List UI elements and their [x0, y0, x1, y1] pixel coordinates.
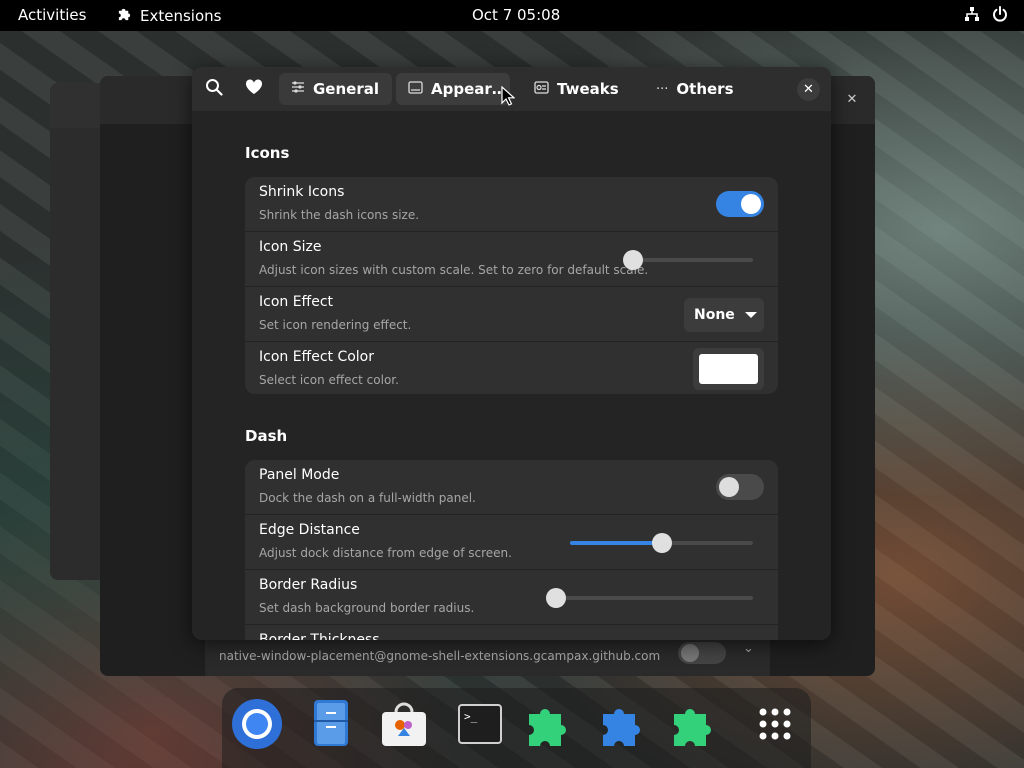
setting-subtitle: Set dash background border radius. — [259, 601, 475, 615]
section-title-icons: Icons — [245, 144, 290, 162]
setting-row-icon-effect-color[interactable]: Icon Effect Color Select icon effect col… — [245, 341, 778, 394]
top-bar: Activities Extensions Oct 7 05:08 — [0, 0, 1024, 31]
setting-title: Panel Mode — [259, 467, 340, 483]
edge-distance-slider[interactable] — [570, 533, 753, 553]
setting-title: Border Thickness — [259, 632, 380, 640]
favorite-button[interactable] — [240, 73, 268, 105]
extension-id: native-window-placement@gnome-shell-exte… — [219, 649, 661, 663]
more-icon: ··· — [656, 81, 669, 97]
extension-toggle[interactable] — [678, 642, 726, 664]
close-button[interactable]: ✕ — [797, 78, 820, 101]
setting-row-edge-distance[interactable]: Edge Distance Adjust dock distance from … — [245, 514, 778, 568]
system-tray[interactable] — [964, 6, 1008, 26]
border-radius-slider[interactable] — [546, 588, 753, 608]
icon-effect-dropdown[interactable]: None — [684, 298, 764, 332]
setting-row-panel-mode[interactable]: Panel Mode Dock the dash on a full-width… — [245, 460, 778, 514]
chevron-down-icon[interactable]: ⌄ — [743, 641, 754, 656]
slider-knob[interactable] — [651, 533, 672, 553]
search-button[interactable] — [200, 73, 228, 105]
activities-button[interactable]: Activities — [18, 6, 86, 24]
setting-row-shrink-icons[interactable]: Shrink Icons Shrink the dash icons size. — [245, 177, 778, 231]
section-title-dash: Dash — [245, 427, 288, 445]
setting-row-icon-effect[interactable]: Icon Effect Set icon rendering effect. N… — [245, 286, 778, 340]
network-icon — [964, 6, 980, 26]
svg-text:>_: >_ — [464, 710, 478, 723]
setting-subtitle: Dock the dash on a full-width panel. — [259, 491, 476, 505]
setting-subtitle: Adjust icon sizes with custom scale. Set… — [259, 263, 649, 277]
setting-subtitle: Set icon rendering effect. — [259, 318, 412, 332]
extension-puzzle-icon[interactable] — [668, 698, 720, 750]
mouse-pointer-icon — [501, 85, 516, 110]
toggle-knob — [741, 194, 761, 214]
clock[interactable]: Oct 7 05:08 — [472, 6, 560, 24]
color-swatch — [699, 354, 758, 384]
icon-size-slider[interactable] — [623, 250, 753, 270]
dash-dock: >_ — [222, 688, 811, 768]
icon-effect-color-button[interactable] — [693, 348, 764, 390]
chromium-browser-icon[interactable] — [231, 698, 283, 750]
heart-icon — [245, 79, 263, 99]
tab-label: Others — [676, 80, 734, 98]
dash-settings-group: Panel Mode Dock the dash on a full-width… — [245, 460, 778, 640]
setting-title: Edge Distance — [259, 522, 360, 538]
extension-row[interactable]: native-window-placement@gnome-shell-exte… — [205, 634, 770, 676]
setting-title: Border Radius — [259, 577, 358, 593]
setting-title: Icon Size — [259, 239, 322, 255]
dropdown-value: None — [694, 307, 735, 323]
setting-subtitle: Adjust dock distance from edge of screen… — [259, 546, 512, 560]
slider-knob[interactable] — [623, 250, 643, 270]
panel-mode-toggle[interactable] — [716, 474, 764, 500]
tab-tweaks[interactable]: Tweaks — [522, 73, 622, 105]
setting-title: Shrink Icons — [259, 184, 345, 200]
tweaks-icon — [534, 80, 549, 98]
extension-puzzle-icon[interactable] — [523, 698, 575, 750]
appearance-icon — [408, 80, 423, 98]
shrink-icons-toggle[interactable] — [716, 191, 764, 217]
power-icon — [992, 6, 1008, 26]
app-grid-icon[interactable] — [749, 698, 801, 750]
preferences-window: General Appear… Tweaks ··· Others ✕ Icon… — [192, 67, 831, 640]
setting-subtitle: Shrink the dash icons size. — [259, 208, 420, 222]
app-menu-label: Extensions — [140, 6, 222, 25]
files-icon[interactable] — [305, 698, 357, 750]
tab-others[interactable]: ··· Others — [644, 73, 734, 105]
close-icon: ✕ — [803, 82, 814, 97]
puzzle-icon — [117, 6, 132, 25]
setting-subtitle: Select icon effect color. — [259, 373, 399, 387]
tab-appearance[interactable]: Appear… — [396, 73, 510, 105]
software-store-icon[interactable] — [378, 698, 430, 750]
setting-title: Icon Effect Color — [259, 349, 375, 365]
setting-title: Icon Effect — [259, 294, 334, 310]
terminal-icon[interactable]: >_ — [454, 698, 506, 750]
setting-row-icon-size[interactable]: Icon Size Adjust icon sizes with custom … — [245, 231, 778, 285]
slider-knob[interactable] — [546, 588, 566, 608]
close-icon[interactable]: ✕ — [842, 90, 862, 110]
dropdown-arrow-icon — [744, 312, 757, 318]
search-icon — [205, 78, 223, 100]
header-bar: General Appear… Tweaks ··· Others ✕ — [192, 67, 831, 111]
tab-label: Tweaks — [557, 80, 619, 98]
sliders-icon — [291, 80, 305, 98]
icons-settings-group: Shrink Icons Shrink the dash icons size.… — [245, 177, 778, 394]
setting-row-border-thickness[interactable]: Border Thickness — [245, 624, 778, 640]
slider-fill — [570, 541, 662, 545]
extension-manager-icon[interactable] — [597, 698, 649, 750]
toggle-knob — [719, 477, 739, 497]
tab-general[interactable]: General — [279, 73, 392, 105]
app-menu[interactable]: Extensions — [117, 6, 221, 25]
setting-row-border-radius[interactable]: Border Radius Set dash background border… — [245, 569, 778, 623]
tab-label: Appear… — [431, 80, 507, 98]
tab-label: General — [313, 80, 379, 98]
